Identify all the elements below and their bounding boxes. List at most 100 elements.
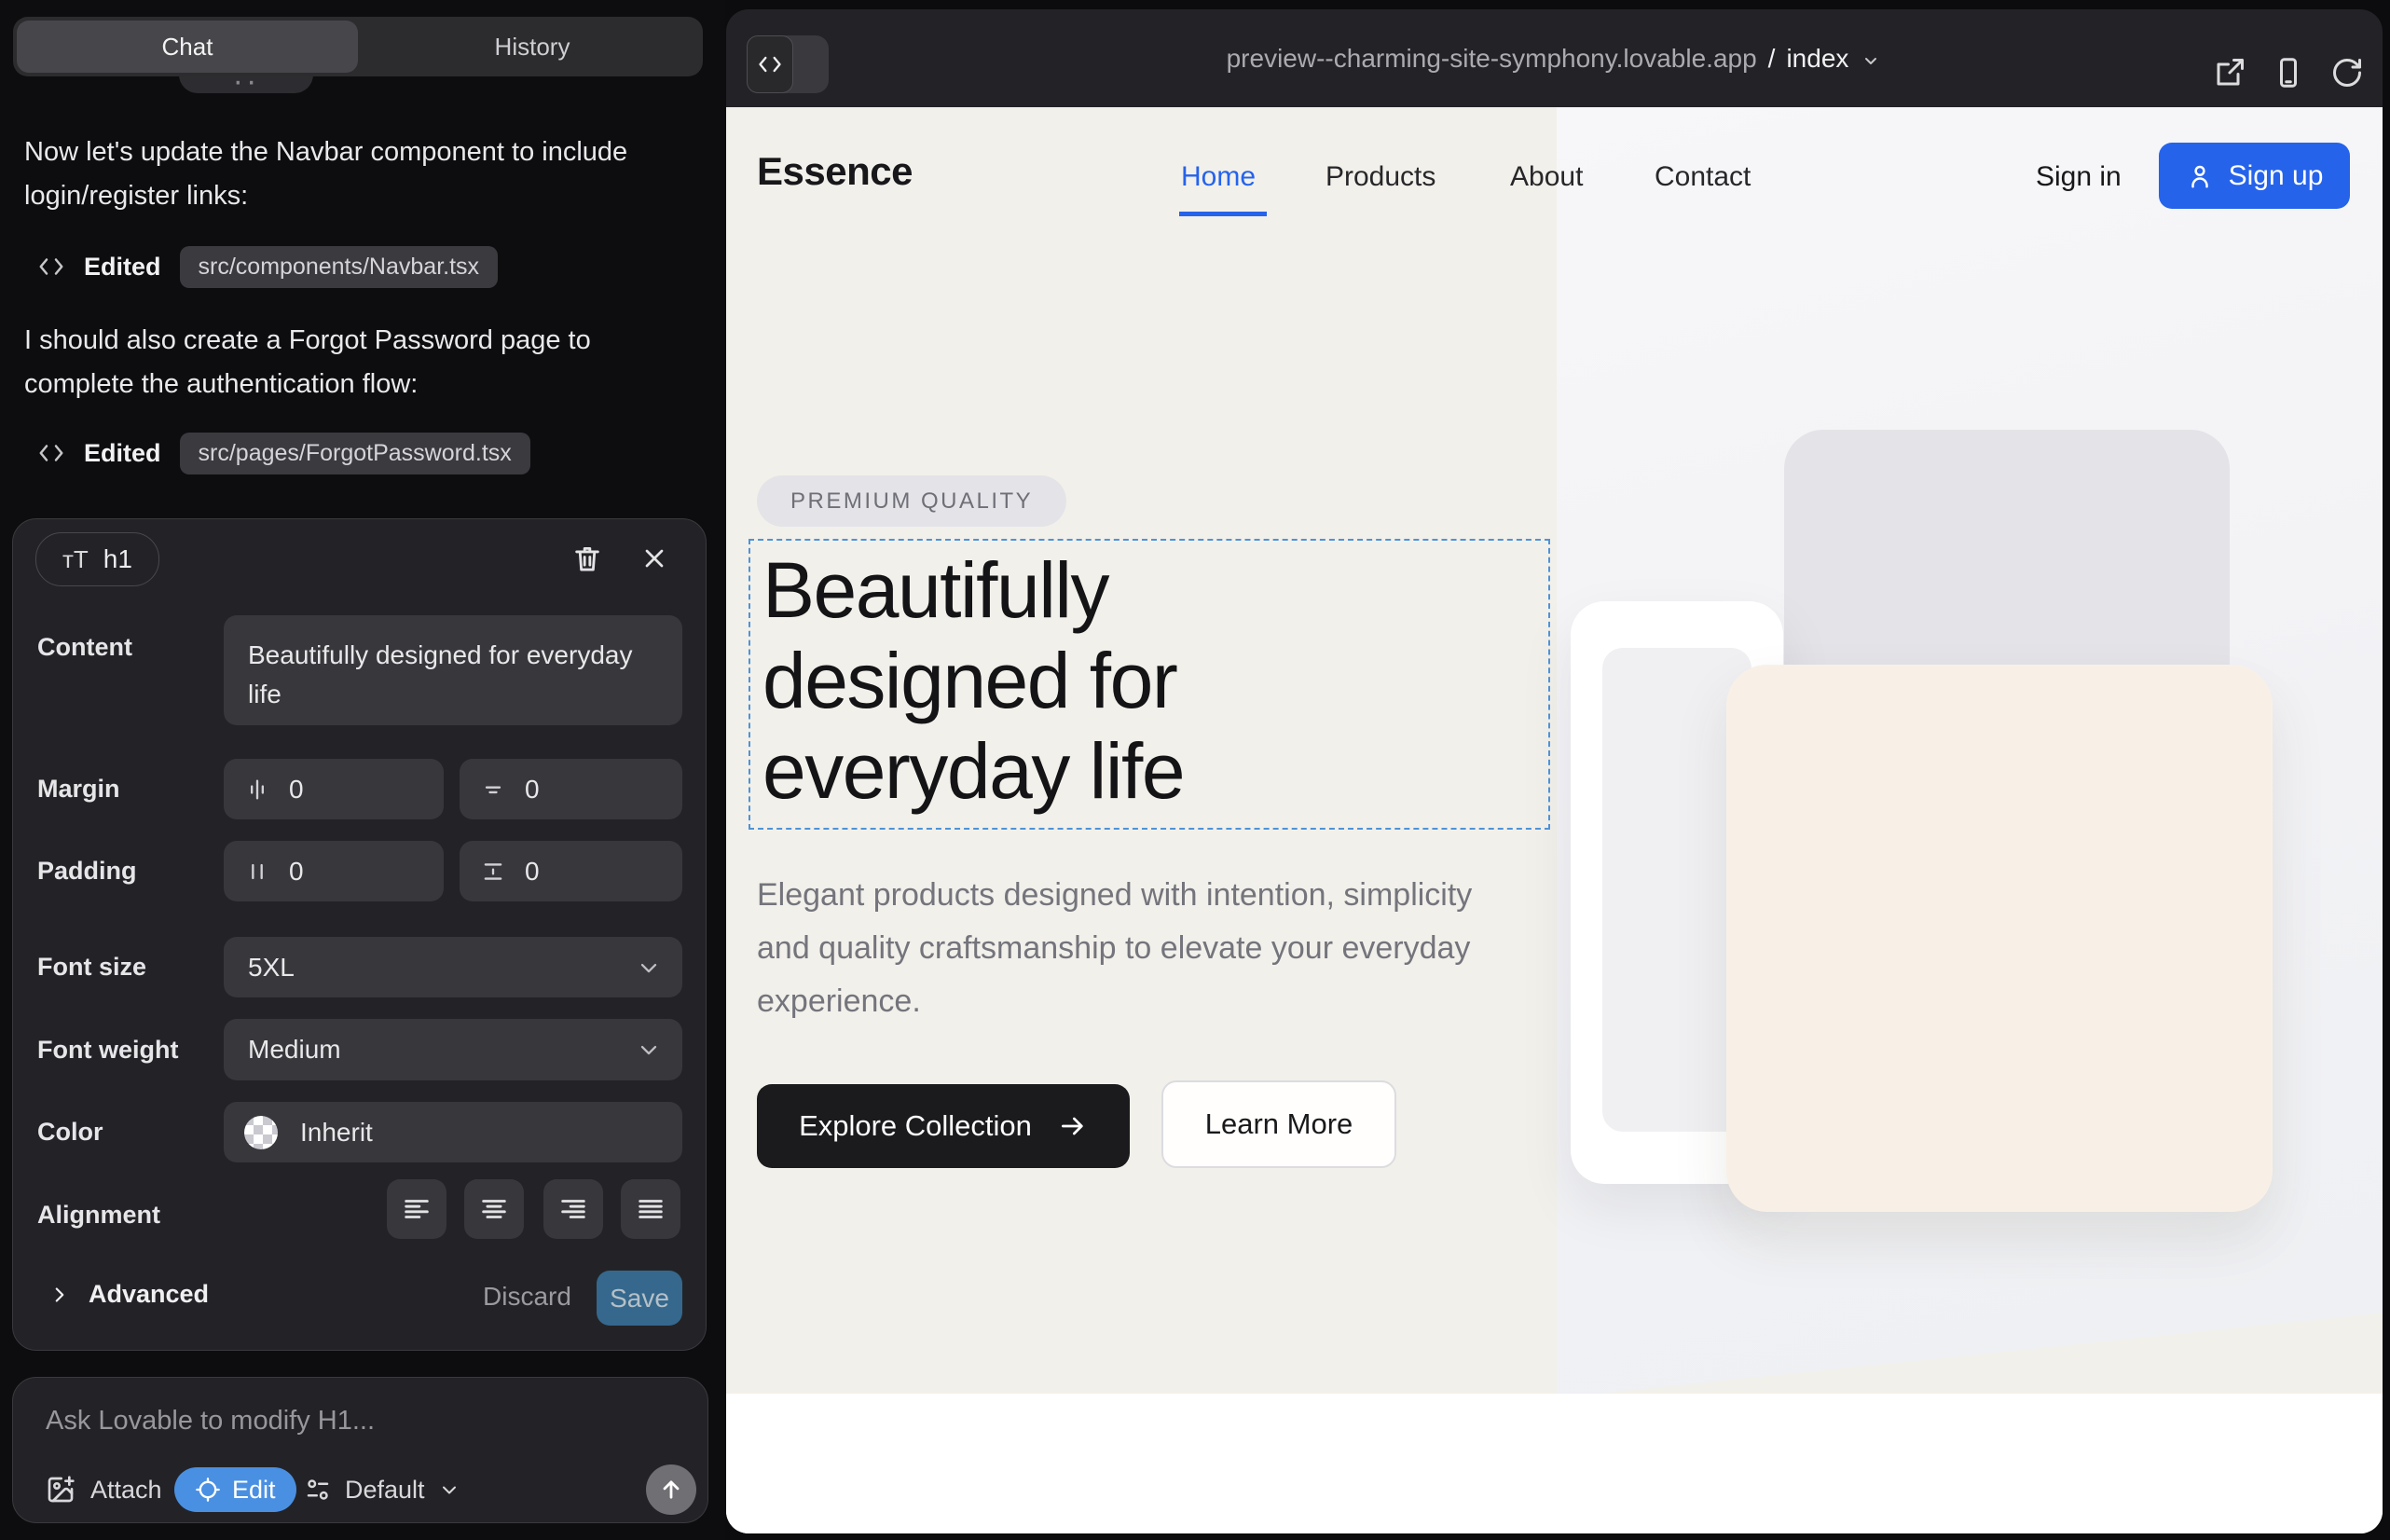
trash-icon (571, 543, 603, 574)
chevron-right-icon (48, 1283, 72, 1307)
chat-message: Now let's update the Navbar component to… (24, 131, 639, 218)
explore-collection-button[interactable]: Explore Collection (757, 1084, 1130, 1168)
preview-url-domain: preview--charming-site-symphony.lovable.… (1227, 44, 1757, 74)
user-icon (2186, 162, 2214, 190)
font-size-select[interactable]: 5XL (224, 937, 682, 997)
nav-link-about[interactable]: About (1510, 161, 1583, 193)
sign-in-button[interactable]: Sign in (2036, 161, 2122, 193)
composer-input[interactable]: Ask Lovable to modify H1... (46, 1406, 375, 1437)
advanced-toggle[interactable]: Advanced (48, 1280, 209, 1309)
padding-horizontal-icon (244, 859, 270, 885)
color-label: Color (37, 1118, 103, 1147)
tab-history-label: History (495, 33, 570, 62)
code-icon (37, 253, 65, 281)
site-viewport: Essence Home Products About Contact Sign… (726, 107, 2383, 1533)
nav-link-home[interactable]: Home (1181, 161, 1256, 193)
tab-history[interactable]: History (362, 17, 703, 76)
file-badge[interactable]: src/components/Navbar.tsx (180, 246, 499, 288)
hero-image-card-beige (1726, 665, 2273, 1212)
padding-vertical-input[interactable]: 0 (460, 841, 682, 901)
edited-label: Edited (84, 439, 161, 468)
margin-horizontal-input[interactable]: 0 (224, 759, 444, 819)
chat-composer: Ask Lovable to modify H1... Attach Edit … (12, 1377, 708, 1523)
hero-description: Elegant products designed with intention… (757, 869, 1484, 1028)
edited-file-row: Edited src/components/Navbar.tsx (37, 244, 498, 289)
section-below-hero (726, 1394, 2383, 1533)
file-badge[interactable]: src/pages/ForgotPassword.tsx (180, 433, 530, 474)
font-size-label: Font size (37, 953, 146, 982)
sign-up-label: Sign up (2229, 160, 2324, 192)
align-left-button[interactable] (387, 1179, 446, 1239)
padding-vertical-icon (480, 859, 506, 885)
learn-more-button[interactable]: Learn More (1161, 1080, 1396, 1168)
mobile-view-button[interactable] (2272, 56, 2305, 89)
font-size-value: 5XL (248, 953, 295, 983)
learn-more-label: Learn More (1205, 1107, 1353, 1141)
content-label: Content (37, 633, 132, 662)
content-textarea[interactable]: Beautifully designed for everyday life (224, 615, 682, 725)
chevron-down-icon (438, 1478, 460, 1501)
margin-label: Margin (37, 775, 120, 804)
attach-label: Attach (90, 1476, 162, 1505)
margin-vertical-input[interactable]: 0 (460, 759, 682, 819)
edited-file-row: Edited src/pages/ForgotPassword.tsx (37, 431, 530, 475)
preview-pane: preview--charming-site-symphony.lovable.… (726, 9, 2383, 1533)
tab-chat[interactable]: Chat (17, 21, 358, 73)
align-left-icon (401, 1193, 433, 1225)
align-justify-icon (635, 1193, 666, 1225)
align-right-button[interactable] (543, 1179, 603, 1239)
font-weight-select[interactable]: Medium (224, 1019, 682, 1080)
send-button[interactable] (646, 1464, 696, 1515)
font-weight-label: Font weight (37, 1036, 178, 1065)
url-separator: / (1768, 44, 1776, 74)
chevron-down-icon (1860, 49, 1882, 72)
attach-button[interactable]: Attach (46, 1466, 162, 1513)
arrow-right-icon (1058, 1111, 1088, 1141)
nav-active-underline (1179, 212, 1267, 216)
margin-vertical-icon (480, 777, 506, 803)
chat-sidebar: ·· Chat History Now let's update the Nav… (0, 0, 725, 1540)
advanced-label: Advanced (89, 1280, 209, 1309)
sign-up-button[interactable]: Sign up (2159, 143, 2350, 209)
close-editor-button[interactable] (636, 540, 673, 577)
hero-headline[interactable]: Beautifully designed for everyday life (762, 545, 1378, 817)
refresh-button[interactable] (2330, 56, 2364, 89)
site-logo[interactable]: Essence (757, 149, 913, 194)
nav-link-contact[interactable]: Contact (1655, 161, 1751, 193)
model-select[interactable]: Default (304, 1466, 460, 1513)
preview-url-page: index (1786, 44, 1848, 74)
align-center-button[interactable] (464, 1179, 524, 1239)
align-right-icon (557, 1193, 589, 1225)
text-element-icon: тT (62, 545, 89, 574)
padding-vertical-value: 0 (525, 857, 540, 887)
font-weight-value: Medium (248, 1035, 341, 1065)
discard-button[interactable]: Discard (483, 1282, 571, 1312)
chevron-down-icon (636, 955, 662, 981)
padding-horizontal-value: 0 (289, 857, 304, 887)
color-field[interactable]: Inherit (224, 1102, 682, 1162)
explore-collection-label: Explore Collection (799, 1109, 1032, 1143)
padding-horizontal-input[interactable]: 0 (224, 841, 444, 901)
margin-horizontal-icon (244, 777, 270, 803)
align-center-icon (478, 1193, 510, 1225)
element-editor-panel: тT h1 Content Beautifully designed for e… (12, 518, 707, 1351)
alignment-label: Alignment (37, 1201, 160, 1230)
delete-element-button[interactable] (569, 540, 606, 577)
margin-horizontal-value: 0 (289, 775, 304, 804)
sidebar-tabbar: Chat History (13, 17, 703, 76)
edit-mode-button[interactable]: Edit (174, 1467, 296, 1512)
chat-message: I should also create a Forgot Password p… (24, 319, 639, 406)
image-plus-icon (46, 1475, 76, 1505)
editor-footer: Advanced Discard Save (13, 1265, 706, 1330)
code-icon (37, 439, 65, 467)
selected-element-pill: тT h1 (35, 532, 159, 586)
tab-chat-label: Chat (162, 33, 213, 62)
color-value: Inherit (300, 1118, 373, 1148)
save-button[interactable]: Save (597, 1271, 682, 1326)
open-in-new-tab-button[interactable] (2213, 56, 2246, 89)
preview-url-bar[interactable]: preview--charming-site-symphony.lovable.… (726, 9, 2383, 107)
premium-quality-badge: PREMIUM QUALITY (757, 475, 1066, 527)
preview-topbar: preview--charming-site-symphony.lovable.… (726, 9, 2383, 107)
align-justify-button[interactable] (621, 1179, 680, 1239)
nav-link-products[interactable]: Products (1325, 161, 1435, 193)
